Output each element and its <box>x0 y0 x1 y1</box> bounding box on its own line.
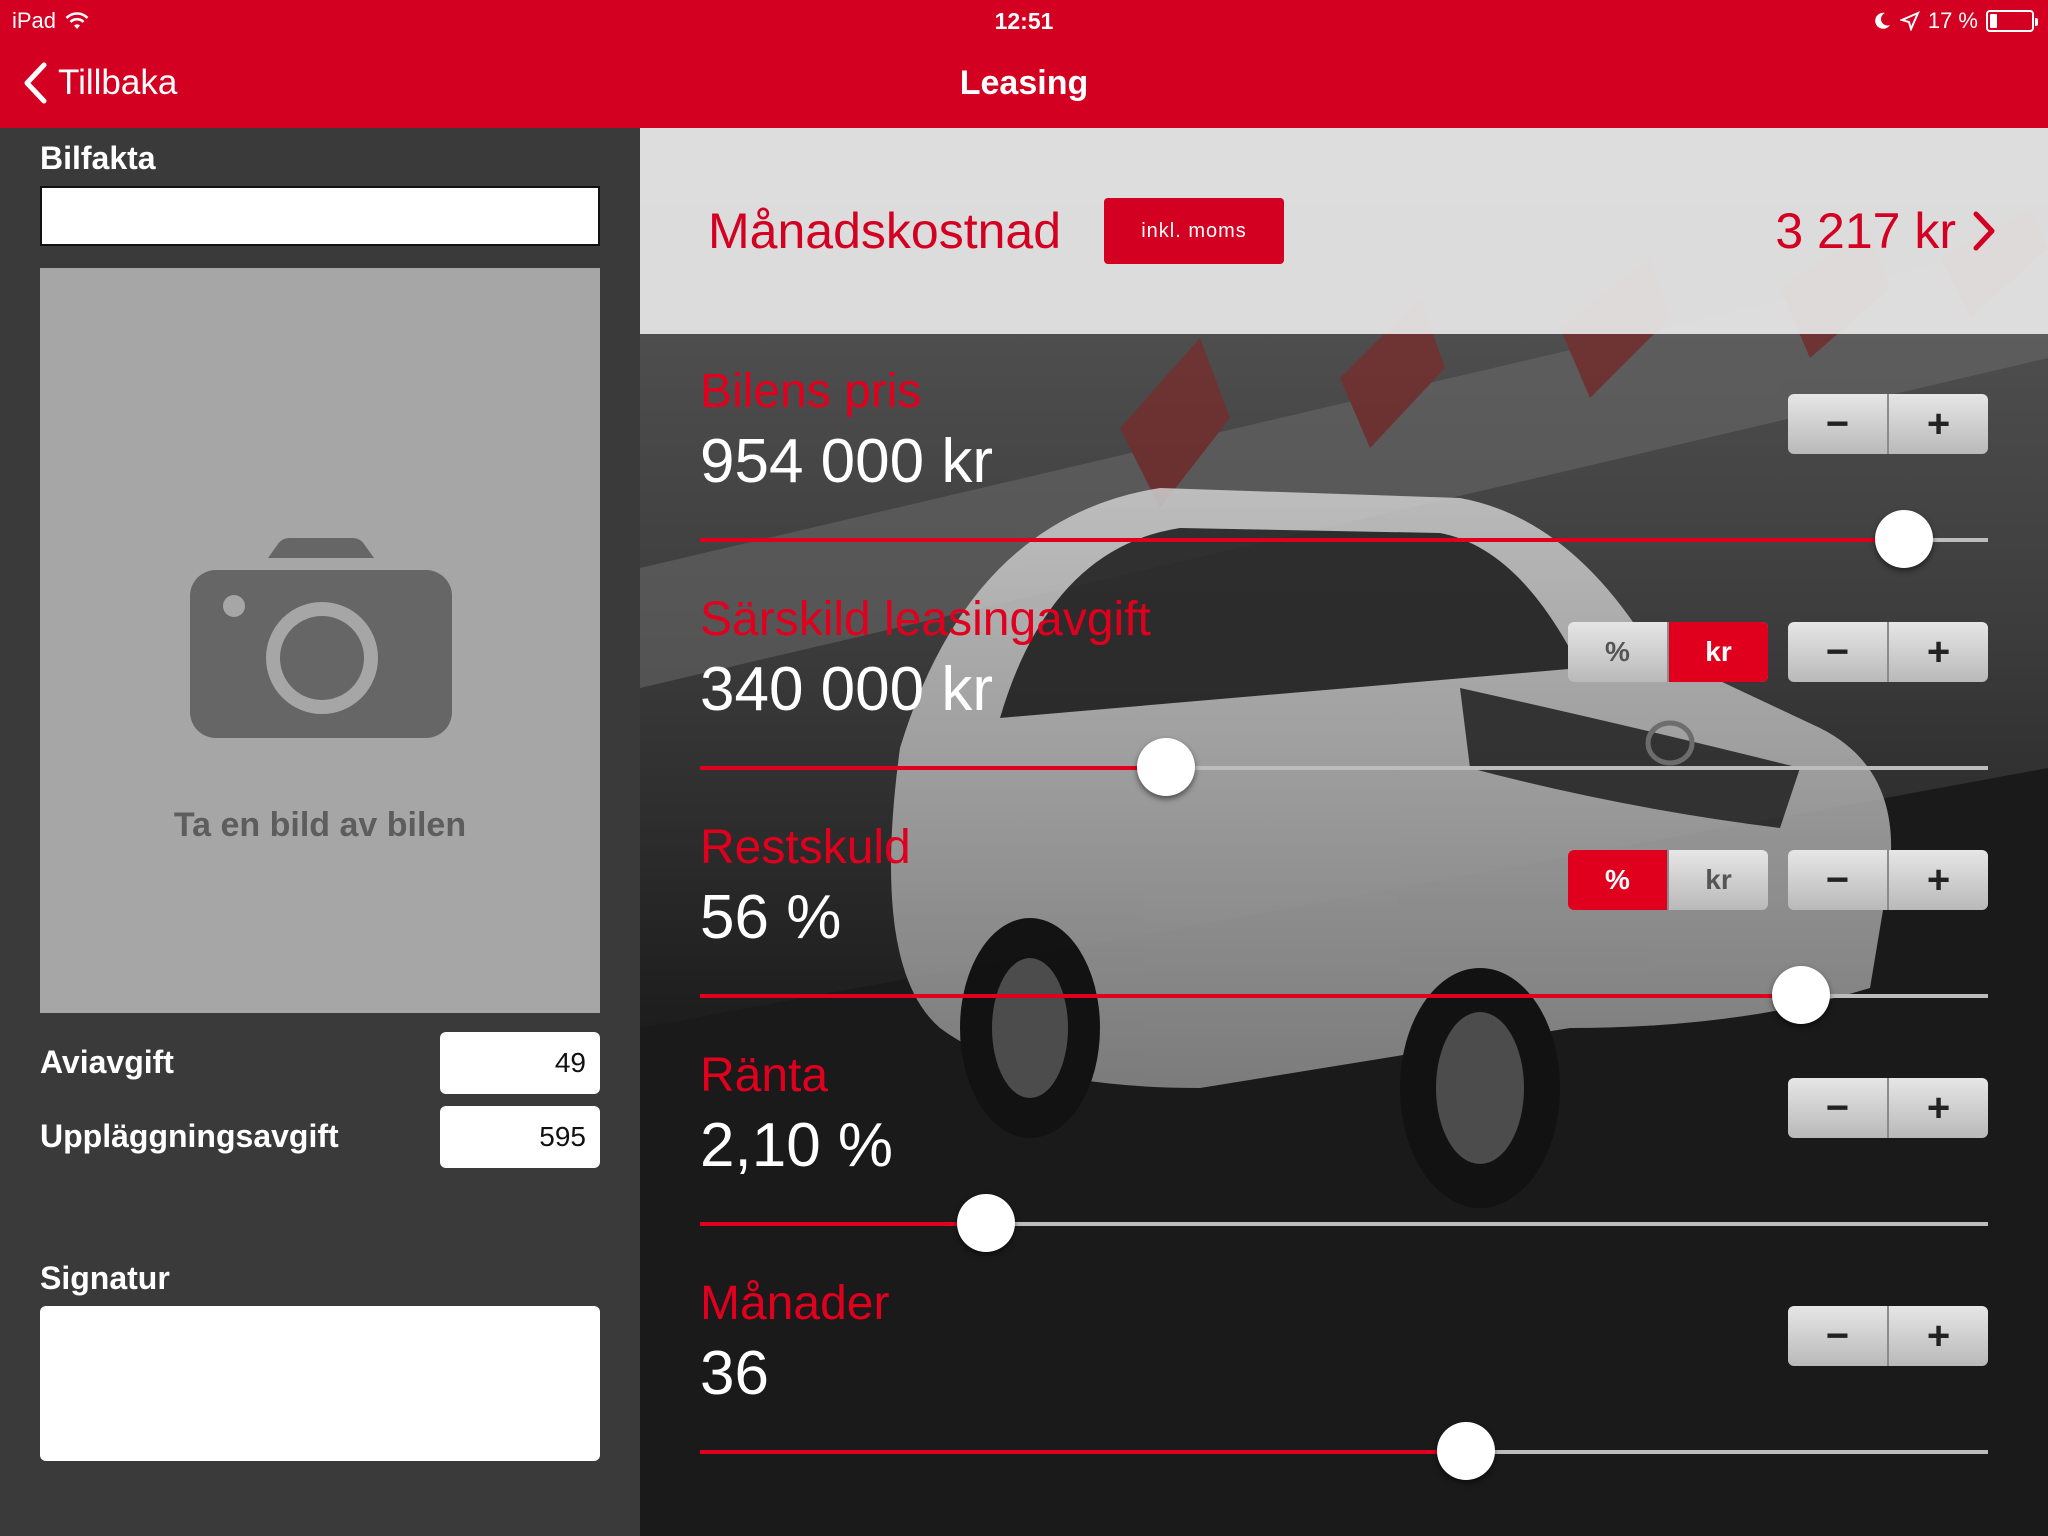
row-label: Bilens pris <box>700 365 922 418</box>
location-arrow-icon <box>1899 11 1920 31</box>
battery-icon <box>1986 10 2038 32</box>
slider-thumb[interactable] <box>1772 966 1831 1024</box>
decrement-button[interactable]: − <box>1788 622 1887 682</box>
row-value: 954 000 kr <box>700 427 993 496</box>
moon-icon <box>1875 12 1890 29</box>
bilfakta-input[interactable] <box>40 186 600 246</box>
increment-button[interactable]: + <box>1887 1078 1988 1138</box>
row-manader: Månader 36 − + <box>640 1276 2048 1504</box>
row-sarskild-leasingavgift: Särskild leasingavgift 340 000 kr % kr −… <box>640 592 2048 820</box>
decrement-button[interactable]: − <box>1788 394 1887 454</box>
bilfakta-label: Bilfakta <box>40 140 156 176</box>
ranta-slider[interactable] <box>700 1194 1988 1252</box>
row-value: 2,10 % <box>700 1111 894 1180</box>
monthly-cost-value[interactable]: 3 217 kr <box>1775 202 1996 260</box>
slider-fill <box>700 1222 986 1226</box>
inkl-moms-button[interactable]: inkl. moms <box>1104 198 1284 264</box>
aviavgift-label: Aviavgift <box>40 1044 174 1080</box>
restskuld-stepper: − + <box>1788 850 1988 910</box>
row-label: Månader <box>700 1277 890 1330</box>
segment-kr[interactable]: kr <box>1667 850 1768 910</box>
segment-kr[interactable]: kr <box>1667 622 1768 682</box>
unit-segmented-control: % kr <box>1568 622 1768 682</box>
camera-icon <box>190 538 452 738</box>
price-stepper: − + <box>1788 394 1988 454</box>
status-time: 12:51 <box>994 8 1054 34</box>
manader-stepper: − + <box>1788 1306 1988 1366</box>
monthly-cost-amount: 3 217 kr <box>1775 203 1956 259</box>
row-label: Särskild leasingavgift <box>700 593 1151 646</box>
unit-segmented-control: % kr <box>1568 850 1768 910</box>
manader-slider[interactable] <box>700 1422 1988 1480</box>
slider-thumb[interactable] <box>956 1194 1015 1252</box>
signatur-label: Signatur <box>40 1260 170 1296</box>
top-bar: iPad 12:51 17 % Tillbaka Leasing <box>0 0 2048 128</box>
upplaggning-label: Uppläggningsavgift <box>40 1118 339 1154</box>
slider-thumb[interactable] <box>1875 510 1934 568</box>
chevron-right-icon <box>1973 211 1995 251</box>
page-title: Leasing <box>959 64 1089 102</box>
increment-button[interactable]: + <box>1887 1306 1988 1366</box>
decrement-button[interactable]: − <box>1788 1078 1887 1138</box>
right-panel: Månadskostnad inkl. moms 3 217 kr Bilens… <box>640 128 2048 1536</box>
row-value: 36 <box>700 1339 769 1408</box>
decrement-button[interactable]: − <box>1788 1306 1887 1366</box>
row-value: 56 % <box>700 883 842 952</box>
row-value: 340 000 kr <box>700 655 993 724</box>
decrement-button[interactable]: − <box>1788 850 1887 910</box>
price-slider[interactable] <box>700 510 1988 568</box>
row-restskuld: Restskuld 56 % % kr − + <box>640 820 2048 1048</box>
monthly-cost-summary: Månadskostnad inkl. moms 3 217 kr <box>640 128 2048 334</box>
row-label: Restskuld <box>700 821 911 874</box>
aviavgift-input[interactable]: 49 <box>440 1032 600 1094</box>
status-right: 17 % <box>1872 8 2038 34</box>
slider-thumb[interactable] <box>1437 1422 1496 1480</box>
row-bilens-pris: Bilens pris 954 000 kr − + <box>640 364 2048 592</box>
slider-fill <box>700 1450 1467 1454</box>
signature-pad[interactable] <box>40 1306 600 1461</box>
restskuld-slider[interactable] <box>700 966 1988 1024</box>
ranta-stepper: − + <box>1788 1078 1988 1138</box>
leasingavgift-slider[interactable] <box>700 738 1988 796</box>
row-label: Ränta <box>700 1049 829 1102</box>
increment-button[interactable]: + <box>1887 622 1988 682</box>
upplaggning-input[interactable]: 595 <box>440 1106 600 1168</box>
row-ranta: Ränta 2,10 % − + <box>640 1048 2048 1276</box>
monthly-cost-title: Månadskostnad <box>708 203 1062 259</box>
photo-area[interactable]: Ta en bild av bilen <box>40 268 600 1013</box>
photo-prompt: Ta en bild av bilen <box>173 806 467 844</box>
segment-percent[interactable]: % <box>1568 622 1667 682</box>
left-panel: Bilfakta Ta en bild av bilen Aviavgift 4… <box>0 128 640 1536</box>
slider-fill <box>700 538 1905 542</box>
increment-button[interactable]: + <box>1887 394 1988 454</box>
leasingavgift-stepper: − + <box>1788 622 1988 682</box>
slider-fill <box>700 766 1167 770</box>
increment-button[interactable]: + <box>1887 850 1988 910</box>
segment-percent[interactable]: % <box>1568 850 1667 910</box>
slider-thumb[interactable] <box>1137 738 1196 796</box>
slider-fill <box>700 994 1802 998</box>
battery-label: 17 % <box>1927 8 1978 33</box>
